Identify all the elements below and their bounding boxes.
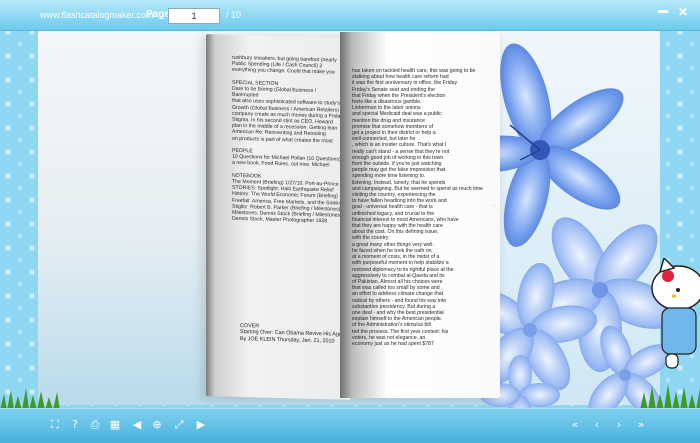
bottom-toolbar: ⛶ ? ⎙ ▦ ◀ ⊕ ⤢ ▶ « ‹ › » <box>0 408 700 443</box>
cover-story-text: COVER Starting Over: Can Obama Revive Hi… <box>240 323 350 345</box>
page-flip-arrow-icon[interactable]: ▸ <box>492 200 502 230</box>
left-page-text: rushbury sneakers, but going barefoot (n… <box>232 54 344 225</box>
fullscreen-icon[interactable]: ⛶ <box>48 418 62 432</box>
thumbnails-icon[interactable]: ▦ <box>108 418 122 432</box>
book-page-right[interactable]: has taken on tackled health care, this w… <box>340 32 500 398</box>
cat-character <box>651 258 700 369</box>
last-page-icon[interactable]: » <box>634 418 648 432</box>
print-icon[interactable]: ⎙ <box>88 418 102 432</box>
right-page-text: has taken on tackled health care, this w… <box>352 68 483 347</box>
book-page-left[interactable]: rushbury sneakers, but going barefoot (n… <box>206 34 350 400</box>
grass-right <box>640 384 700 410</box>
help-icon[interactable]: ? <box>68 418 82 432</box>
next-page-icon[interactable]: › <box>612 418 626 432</box>
zoom-in-icon[interactable]: ⊕ <box>150 418 164 432</box>
grass-left <box>0 388 60 410</box>
first-page-icon[interactable]: « <box>568 418 582 432</box>
previous-page-icon[interactable]: ‹ <box>590 418 604 432</box>
share-icon[interactable]: ⤢ <box>172 418 186 432</box>
autoplay-icon[interactable]: ▶ <box>194 418 208 432</box>
sound-icon[interactable]: ◀ <box>130 418 144 432</box>
